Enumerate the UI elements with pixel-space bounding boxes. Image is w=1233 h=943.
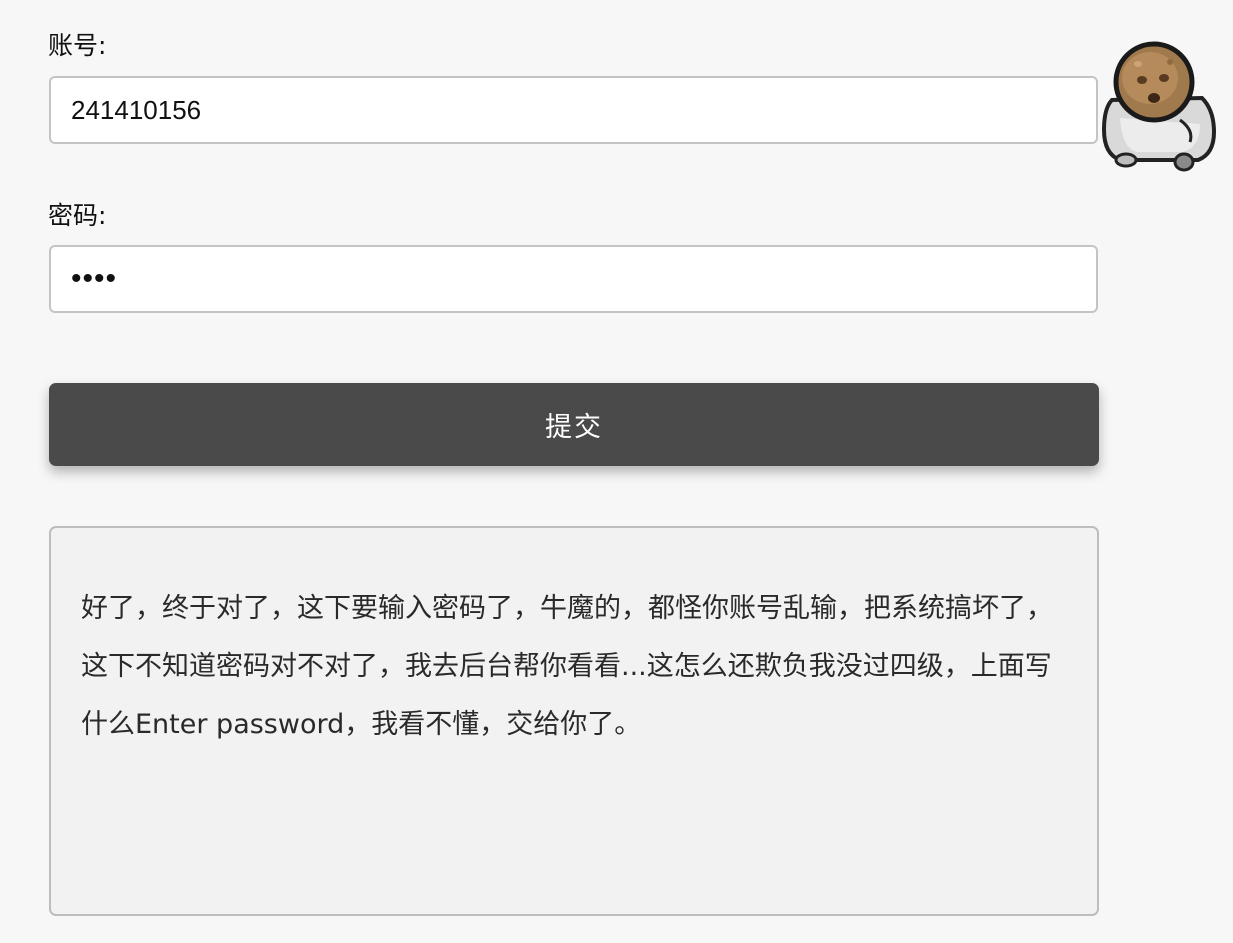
login-page: 账号: 密码: 提交 好了，终于对了，这下要输入密码了，牛魔的，都怪你账号乱输，…: [0, 0, 1233, 943]
password-input[interactable]: [49, 245, 1098, 313]
password-label: 密码:: [48, 201, 107, 230]
hamster-mascot-icon: [1101, 41, 1217, 172]
message-text: 好了，终于对了，这下要输入密码了，牛魔的，都怪你账号乱输，把系统搞坏了，这下不知…: [81, 593, 1053, 740]
submit-button[interactable]: 提交: [49, 383, 1099, 466]
account-label: 账号:: [48, 31, 107, 60]
message-box: 好了，终于对了，这下要输入密码了，牛魔的，都怪你账号乱输，把系统搞坏了，这下不知…: [49, 526, 1099, 916]
account-input[interactable]: [49, 76, 1098, 144]
